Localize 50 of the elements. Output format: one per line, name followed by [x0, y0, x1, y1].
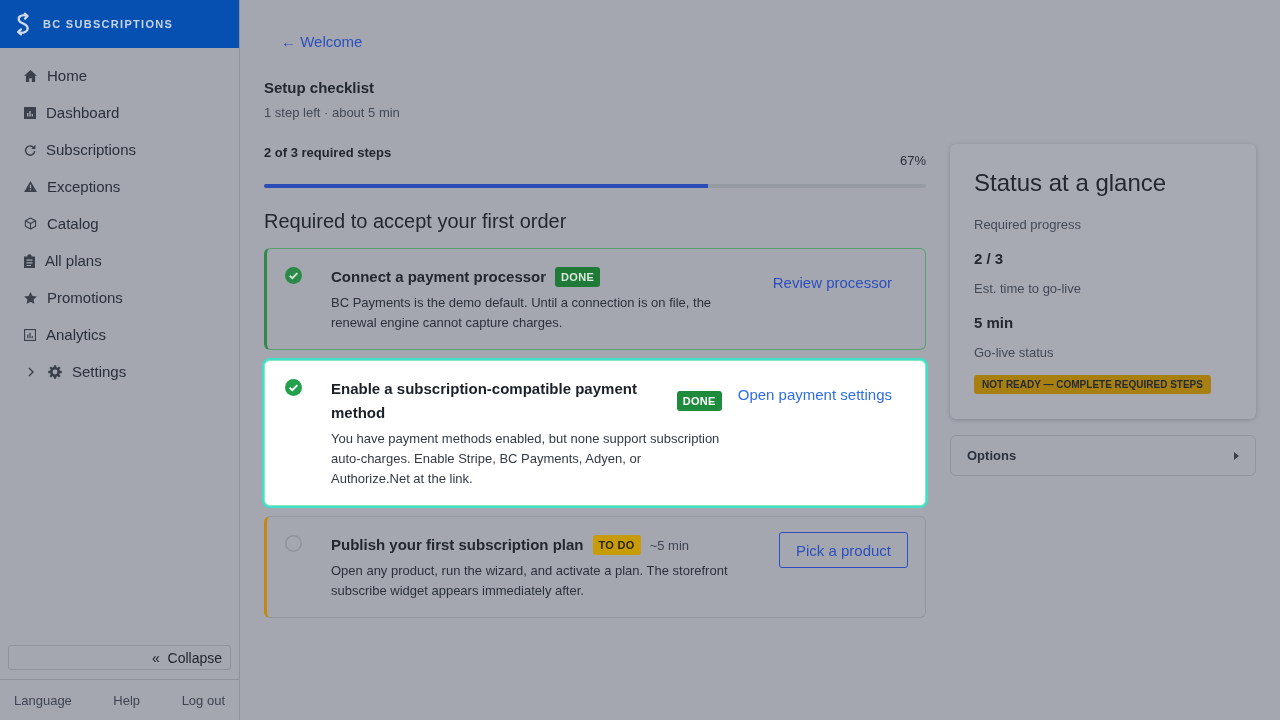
nav-item[interactable]: Promotions	[0, 279, 137, 316]
step-action-link[interactable]: Open payment settings	[721, 380, 908, 410]
options-toggle[interactable]: Options	[950, 435, 1256, 476]
back-link[interactable]: ← Welcome	[264, 26, 380, 58]
chart-icon	[24, 328, 36, 341]
clipboard-icon	[24, 253, 35, 268]
footer-link[interactable]: Help	[113, 692, 141, 708]
home-icon	[24, 69, 37, 82]
step-action-button[interactable]: Pick a product	[778, 532, 908, 568]
time-estimate: ~5 min	[649, 537, 690, 553]
refresh-icon	[24, 143, 36, 156]
nav-item[interactable]: Catalog	[0, 205, 113, 242]
collapse-button[interactable]: « Collapse	[8, 645, 231, 670]
cube-icon	[24, 217, 37, 230]
panel-title: Status at a glance	[974, 168, 1168, 198]
progress-percent: 67%	[899, 152, 926, 170]
footer-link[interactable]: Log out	[181, 692, 225, 708]
settings-icon	[48, 364, 62, 379]
section-title: Required to accept your first order	[264, 209, 568, 233]
star-icon	[24, 291, 37, 304]
bar-chart-icon	[24, 106, 36, 119]
step-action-link[interactable]: Review processor	[756, 268, 908, 298]
nav-item[interactable]: Settings	[0, 353, 141, 390]
step-description: BC Payments is the demo default. Until a connection is on file, the renewal engine cannot capture charges.	[331, 294, 713, 332]
warning-icon	[24, 181, 37, 192]
step-description: You have payment methods enabled, but none support subscription auto-charges. Enable Stripe, BC Payments, Adyen, or Authorize.Net at the link.	[331, 430, 721, 488]
status-badge: TO DO	[592, 535, 641, 555]
brand-name: BC SUBSCRIPTIONS	[43, 18, 174, 30]
stat-label: Est. time to go-live	[974, 280, 1082, 298]
progress-label: 2 of 3 required steps	[264, 144, 392, 162]
nav-item[interactable]: Dashboard	[0, 94, 134, 131]
footer-link[interactable]: Language	[14, 692, 72, 708]
stat-value: 2 / 3	[974, 249, 1005, 269]
nav-item[interactable]: Analytics	[0, 316, 121, 353]
nav-item[interactable]: Home	[0, 57, 101, 94]
nav-item[interactable]: Exceptions	[0, 168, 135, 205]
step-title: Connect a payment processor	[331, 267, 547, 287]
step-title: Enable a subscription-compatible payment method	[331, 379, 638, 423]
stat-value: 5 min	[974, 313, 1015, 333]
status-badge: DONE	[676, 391, 722, 411]
nav-item[interactable]: All plans	[0, 242, 116, 279]
status-badge: DONE	[555, 267, 601, 287]
nav-item[interactable]: Subscriptions	[0, 131, 151, 168]
step-title: Publish your first subscription plan	[331, 535, 584, 555]
checklist-title: Setup checklist	[264, 78, 376, 98]
checklist-subtitle: 1 step left · about 5 min	[264, 104, 401, 122]
status-badge: NOT READY — COMPLETE REQUIRED STEPS	[974, 375, 1211, 394]
stat-label: Required progress	[974, 216, 1082, 234]
stat-label: Go-live status	[974, 344, 1055, 362]
step-description: Open any product, run the wizard, and activate a plan. The storefront subscribe widget appears immediately after.	[331, 562, 729, 600]
